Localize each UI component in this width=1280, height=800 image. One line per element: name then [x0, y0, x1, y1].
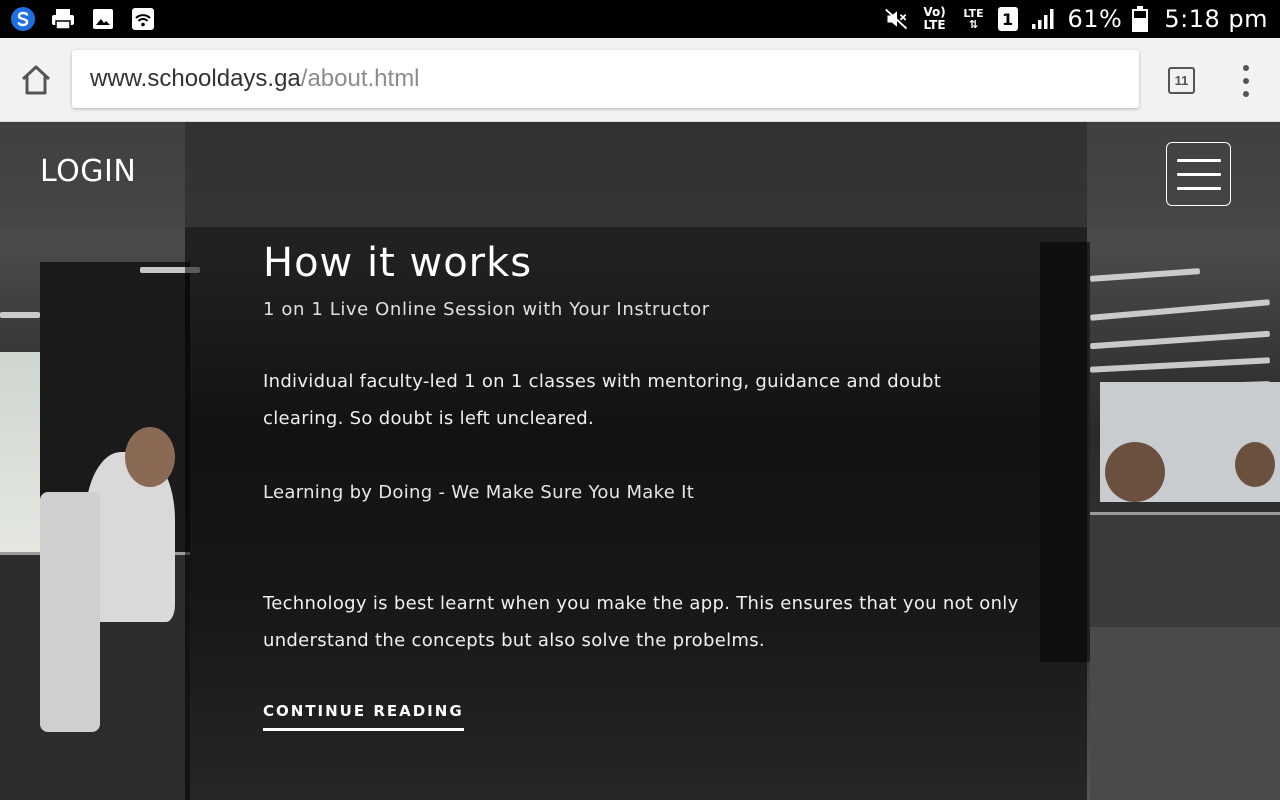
s-app-icon — [10, 6, 36, 32]
lte-data-icon: LTE ⇅ — [963, 7, 984, 31]
wifi-hotspot-icon — [130, 6, 156, 32]
printer-icon — [50, 6, 76, 32]
status-bar: Vo) LTE LTE ⇅ 1 61% 5:18 pm — [0, 0, 1280, 38]
section-subtitle: 1 on 1 Live Online Session with Your Ins… — [263, 299, 710, 320]
image-icon — [90, 6, 116, 32]
tab-switcher-button[interactable]: 11 — [1168, 67, 1195, 94]
address-bar[interactable]: www.schooldays.ga/about.html — [72, 50, 1139, 108]
browser-toolbar: www.schooldays.ga/about.html 11 — [0, 38, 1280, 122]
nav-menu-button[interactable] — [1166, 142, 1231, 206]
clock: 5:18 pm — [1164, 5, 1268, 33]
login-link[interactable]: LOGIN — [40, 154, 136, 189]
site-header: LOGIN — [0, 122, 1280, 227]
paragraph-faculty: Individual faculty-led 1 on 1 classes wi… — [263, 371, 942, 429]
browser-menu-button[interactable] — [1236, 65, 1256, 97]
signal-icon — [1028, 6, 1058, 32]
more-vert-icon — [1243, 65, 1249, 71]
paragraph-learning: Learning by Doing - We Make Sure You Mak… — [263, 482, 695, 503]
web-page: LOGIN How it works 1 on 1 Live Online Se… — [0, 122, 1280, 800]
url-path: /about.html — [300, 65, 420, 92]
battery-icon — [1132, 6, 1149, 32]
paragraph-technology: Technology is best learnt when you make … — [263, 593, 1019, 651]
home-button[interactable] — [18, 62, 54, 98]
tab-count: 11 — [1174, 73, 1189, 88]
section-title: How it works — [263, 240, 533, 286]
sim-icon: 1 — [997, 7, 1018, 31]
mute-icon — [884, 6, 910, 32]
volte-icon: Vo) LTE — [923, 5, 946, 32]
battery-percent: 61% — [1067, 5, 1123, 33]
home-icon — [21, 65, 51, 95]
hamburger-icon — [1177, 159, 1221, 162]
status-left-icons — [10, 6, 156, 32]
continue-reading-link[interactable]: CONTINUE READING — [263, 702, 464, 731]
url-domain: www.schooldays.ga — [90, 65, 301, 92]
status-right-icons: Vo) LTE LTE ⇅ 1 61% 5:18 pm — [884, 5, 1268, 33]
